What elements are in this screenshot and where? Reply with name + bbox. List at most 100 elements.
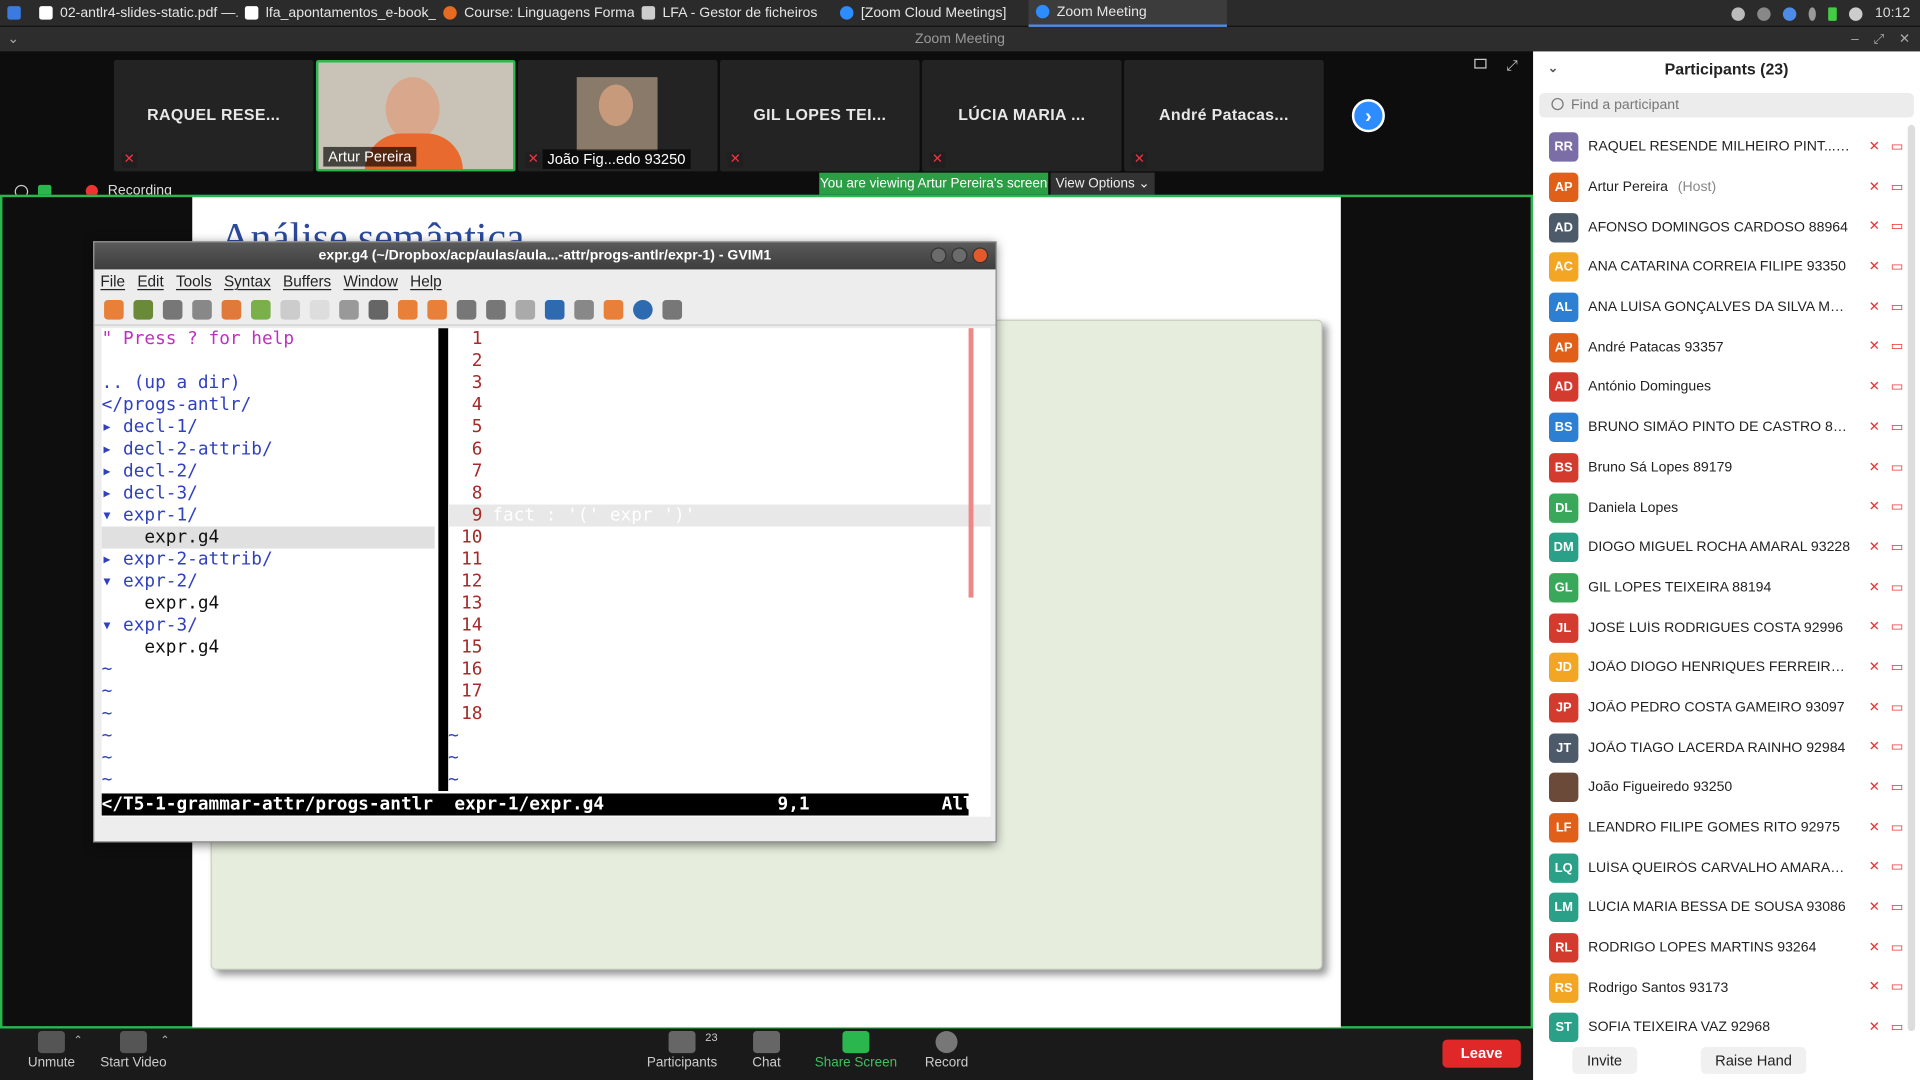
participant-row[interactable]: AC ANA CATARINA CORREIA FILIPE 93350 ✕ ▭	[1533, 247, 1920, 287]
participant-row[interactable]: AP André Patacas 93357 ✕ ▭	[1533, 327, 1920, 367]
task-pdf[interactable]: 02-antlr4-slides-static.pdf —...	[32, 0, 238, 26]
code-line[interactable]: 5 expr : term ('+' term)* ;	[448, 416, 990, 438]
participant-row[interactable]: BS BRUNO SIMÃO PINTO DE CASTRO 80190 ✕ ▭	[1533, 408, 1920, 448]
netrw-line[interactable]: ~	[102, 769, 435, 791]
view-mode-icon[interactable]	[1474, 58, 1487, 69]
shell-icon[interactable]	[574, 299, 594, 319]
maximize-icon[interactable]	[951, 247, 968, 264]
netrw-line[interactable]: expr.g4	[102, 593, 435, 615]
invite-button[interactable]: Invite	[1572, 1046, 1637, 1074]
netrw-line[interactable]: ▸ decl-1/	[102, 416, 435, 438]
chevron-down-icon[interactable]: ⌄	[1548, 51, 1558, 88]
netrw-line[interactable]: ~	[102, 659, 435, 681]
netrw-line[interactable]: ~	[102, 681, 435, 703]
participant-row[interactable]: LQ LUÍSA QUEIRÓS CARVALHO AMARAL 9... ✕ ▭	[1533, 848, 1920, 888]
netrw-line[interactable]: " Press ? for help	[102, 328, 435, 350]
code-line[interactable]: 9 fact : '(' expr ')'	[448, 504, 991, 527]
view-options-button[interactable]: View Options ⌄	[1050, 172, 1155, 195]
participant-row[interactable]: RL RODRIGO LOPES MARTINS 93264 ✕ ▭	[1533, 928, 1920, 968]
netrw-line[interactable]: ▸ decl-2/	[102, 460, 435, 482]
close-icon[interactable]	[972, 247, 989, 264]
print-icon[interactable]	[192, 299, 212, 319]
netrw-line[interactable]: expr.g4	[101, 526, 435, 549]
gvim-editor[interactable]: " Press ? for help .. (up a dir) </progs-a…	[101, 328, 991, 817]
participant-row[interactable]: GL GIL LOPES TEIXEIRA 88194 ✕ ▭	[1533, 568, 1920, 608]
redo-icon[interactable]	[251, 299, 271, 319]
video-tile[interactable]: ✕ João Fig...edo 93250	[517, 60, 718, 172]
next-page-button[interactable]: ›	[1351, 99, 1385, 133]
close-icon[interactable]: ✕	[1899, 27, 1910, 51]
paste-icon[interactable]	[339, 299, 359, 319]
participant-row[interactable]: LF LEANDRO FILIPE GOMES RITO 92975 ✕ ▭	[1533, 808, 1920, 848]
code-line[interactable]: 6	[448, 438, 990, 460]
menu-help[interactable]: Help	[410, 273, 441, 290]
netrw-line[interactable]: </progs-antlr/	[102, 394, 435, 416]
code-line[interactable]: 11 ;	[448, 549, 990, 571]
raise-hand-button[interactable]: Raise Hand	[1700, 1046, 1807, 1074]
record-button[interactable]: Record	[923, 1031, 970, 1070]
participant-row[interactable]: RRRAQUEL RESENDE MILHEIRO PINT...(Me)✕▭	[1533, 127, 1920, 167]
netrw-line[interactable]: ~	[102, 747, 435, 769]
zoom-tray-icon[interactable]	[1783, 6, 1797, 21]
participant-row[interactable]: RS Rodrigo Santos 93173 ✕ ▭	[1533, 968, 1920, 1008]
code-line[interactable]: 14	[448, 615, 990, 637]
participant-search-input[interactable]: Find a participant	[1539, 93, 1914, 118]
code-line[interactable]: 1 grammar expr ;	[448, 328, 990, 350]
task-zoom-meeting[interactable]: Zoom Meeting	[1028, 0, 1227, 27]
task-course[interactable]: Course: Linguagens Formai...	[436, 0, 634, 26]
bluetooth-icon[interactable]	[1808, 6, 1817, 21]
menu-syntax[interactable]: Syntax	[224, 273, 271, 290]
load-session-icon[interactable]	[456, 299, 477, 319]
menu-edit[interactable]: Edit	[137, 273, 163, 290]
participant-row[interactable]: João Figueiredo 93250 ✕ ▭	[1533, 768, 1920, 808]
code-line[interactable]: 15 NUM : [0-9]+ ;	[448, 637, 990, 659]
copy-icon[interactable]	[309, 299, 330, 319]
netrw-line[interactable]	[102, 350, 435, 372]
find-replace-icon[interactable]	[368, 299, 389, 319]
netrw-line[interactable]: ▸ expr-2-attrib/	[102, 549, 435, 571]
minimize-icon[interactable]	[930, 247, 947, 264]
share-screen-button[interactable]: Share Screen	[814, 1031, 897, 1070]
participant-row[interactable]: DM DIOGO MIGUEL ROCHA AMARAL 93228 ✕ ▭	[1533, 528, 1920, 568]
netrw-file-explorer[interactable]: " Press ? for help .. (up a dir) </progs-a…	[101, 328, 435, 791]
make-icon[interactable]	[544, 299, 565, 319]
netrw-line[interactable]: ~	[102, 725, 435, 747]
code-line[interactable]: 4	[448, 394, 990, 416]
participant-row[interactable]: BS Bruno Sá Lopes 89179 ✕ ▭	[1533, 448, 1920, 488]
code-line[interactable]: 2	[448, 350, 990, 372]
task-file-manager[interactable]: LFA - Gestor de ficheiros	[634, 0, 832, 26]
code-line[interactable]: 7 term : fact ('*' fact)* ;	[448, 460, 990, 482]
participant-row[interactable]: AD António Domingues ✕ ▭	[1533, 368, 1920, 408]
cut-icon[interactable]	[280, 299, 301, 319]
save-session-icon[interactable]	[486, 299, 506, 319]
video-tile[interactable]: RAQUEL RESE... ✕	[113, 60, 314, 172]
code-line[interactable]: 12	[448, 571, 990, 593]
chevron-down-icon[interactable]: ⌄	[7, 27, 19, 51]
code-line[interactable]: 8	[448, 482, 990, 504]
save-icon[interactable]	[133, 299, 154, 319]
netrw-line[interactable]: ▾ expr-3/	[102, 615, 435, 637]
chat-button[interactable]: Chat	[747, 1031, 786, 1070]
menu-buffers[interactable]: Buffers	[283, 273, 331, 290]
netrw-line[interactable]: ▾ expr-1/	[102, 504, 435, 526]
video-tile-active-speaker[interactable]: Artur Pereira	[315, 60, 516, 172]
menu-file[interactable]: File	[100, 273, 125, 290]
notifications-icon[interactable]	[1757, 6, 1771, 21]
fullscreen-icon[interactable]: ⤢	[1506, 56, 1518, 74]
code-line[interactable]: 16	[448, 659, 990, 681]
start-video-button[interactable]: Start Video	[98, 1031, 169, 1070]
participant-row[interactable]: AP Artur Pereira (Host) ✕ ▭	[1533, 167, 1920, 207]
netrw-line[interactable]: ▾ expr-2/	[102, 571, 435, 593]
scrollbar[interactable]	[968, 328, 974, 598]
code-buffer[interactable]: 1 grammar expr ; 2 3 main : (expr '\n')* EOF…	[448, 328, 991, 791]
help-icon[interactable]	[633, 299, 653, 319]
participant-row[interactable]: JD JOÃO DIOGO HENRIQUES FERREIRA 93... ✕ ▭	[1533, 648, 1920, 688]
video-tile[interactable]: André Patacas... ✕	[1124, 60, 1324, 172]
participant-row[interactable]: DL Daniela Lopes ✕ ▭	[1533, 488, 1920, 528]
code-line[interactable]: 3 main : (expr '\n')* EOF ;	[448, 372, 990, 394]
audio-options-chevron-icon[interactable]: ⌃	[73, 1033, 82, 1046]
code-line[interactable]: 13 ////////////////	[448, 593, 990, 615]
video-tile[interactable]: LÚCIA MARIA ... ✕	[922, 60, 1122, 172]
netrw-line[interactable]: ▸ decl-2-attrib/	[102, 438, 435, 460]
network-icon[interactable]	[1731, 6, 1746, 21]
